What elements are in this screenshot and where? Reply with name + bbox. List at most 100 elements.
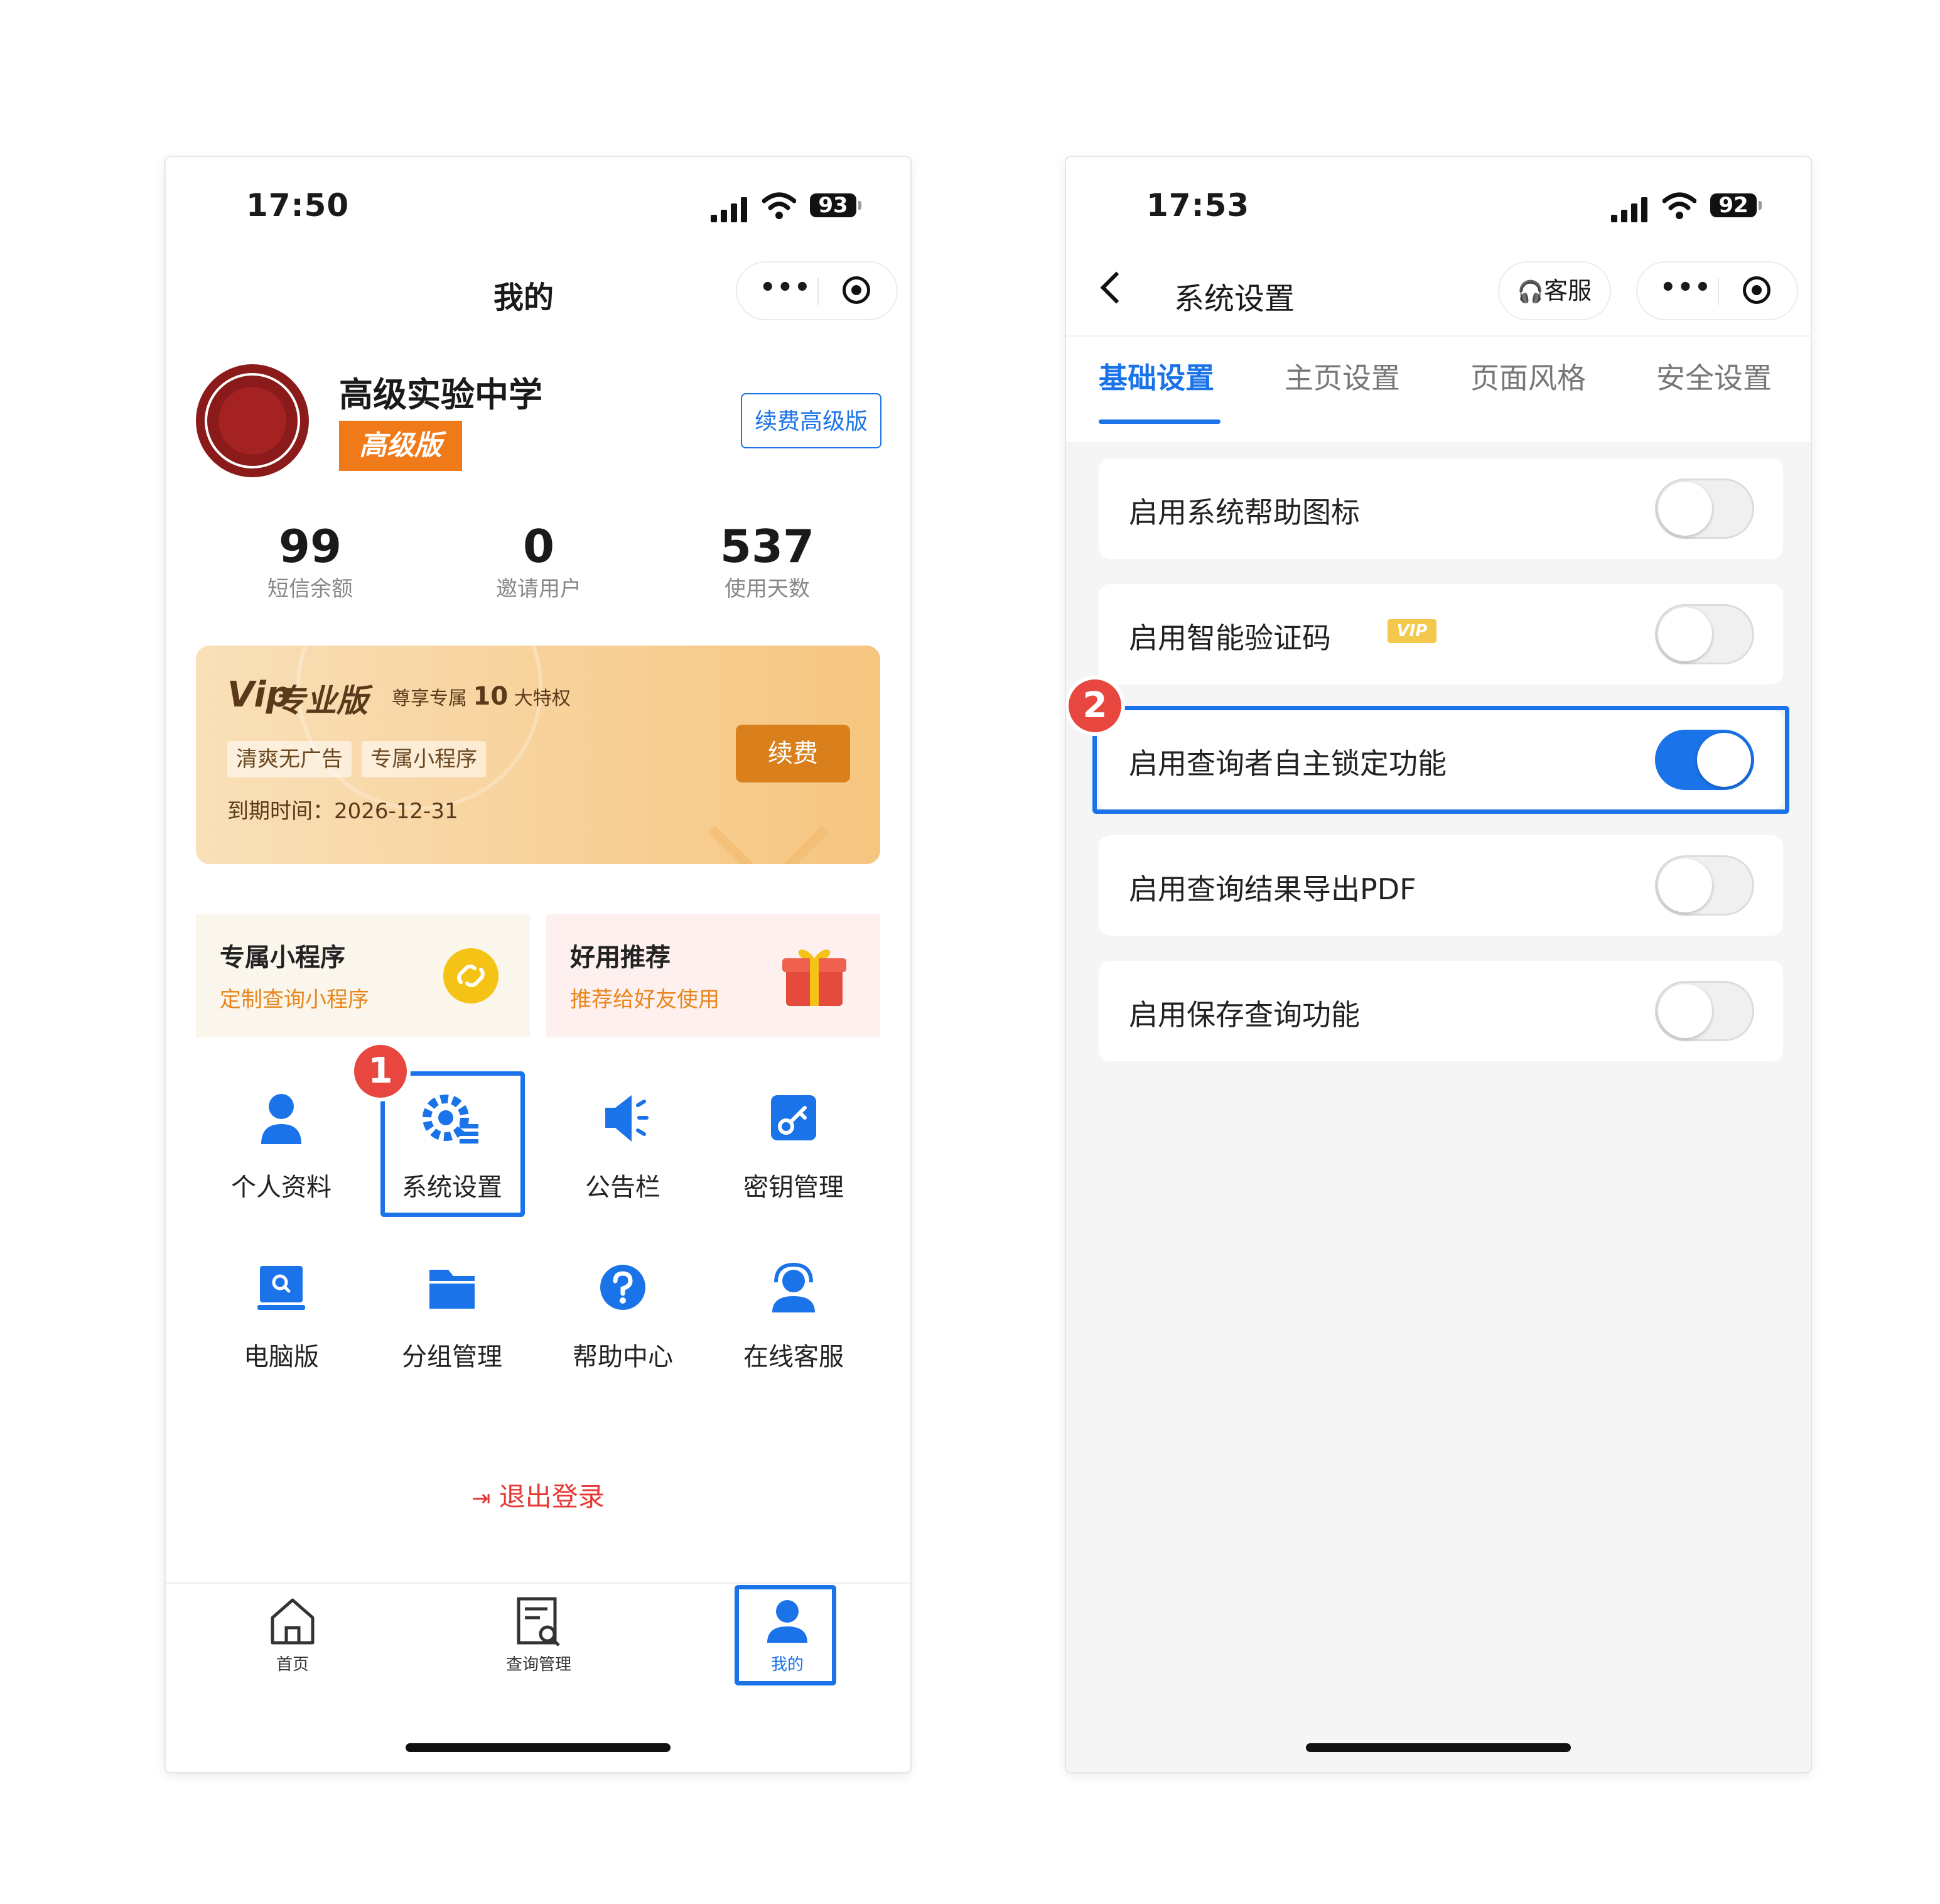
menu-label: 密钥管理 (743, 1173, 844, 1202)
stat-label: 邀请用户 (496, 576, 581, 602)
vip-desc-prefix: 尊享专属 (392, 688, 467, 710)
step2-highlight-frame (1092, 706, 1789, 814)
setting-label: 启用智能验证码 (1129, 621, 1331, 655)
logout-label: 退出登录 (498, 1481, 605, 1512)
menu-group-management[interactable]: 分组管理 (383, 1248, 521, 1387)
stat-value: 537 (719, 520, 815, 573)
promo-subtitle: 定制查询小程序 (220, 987, 369, 1012)
setting-label: 启用系统帮助图标 (1129, 495, 1360, 529)
setting-toggle[interactable] (1655, 604, 1754, 664)
vip-feature-tag: 专属小程序 (362, 741, 486, 777)
megaphone-icon (605, 1095, 649, 1142)
tab-label: 查询管理 (505, 1655, 571, 1674)
vip-decoration-chevron (708, 772, 829, 864)
page-title: 系统设置 (1174, 281, 1295, 316)
toggle-knob (1658, 858, 1712, 912)
battery-level: 92 (1710, 193, 1762, 217)
close-target-icon[interactable] (843, 276, 870, 304)
capsule-divider (1718, 278, 1719, 305)
status-bar: 17:53 92 系统设置 🎧客服 ••• (1066, 157, 1811, 335)
stat-days-used[interactable]: 537 使用天数 (673, 519, 861, 604)
toggle-knob (1658, 482, 1712, 536)
toggle-knob (1658, 984, 1712, 1038)
menu-help-center[interactable]: 帮助中心 (554, 1248, 692, 1387)
status-time: 17:50 (246, 187, 350, 224)
battery-level: 93 (810, 193, 861, 217)
tab-home-settings[interactable]: 主页设置 (1285, 355, 1400, 397)
setting-label: 启用查询结果导出PDF (1129, 872, 1416, 906)
toggle-knob (1658, 607, 1712, 661)
setting-row: 启用智能验证码 VIP (1099, 584, 1783, 684)
menu-key-management[interactable]: 密钥管理 (725, 1079, 863, 1217)
tab-home[interactable]: 首页 (242, 1593, 343, 1687)
stat-label: 使用天数 (725, 576, 810, 602)
expiry-date: 2026-12-31 (334, 799, 458, 824)
menu-desktop-version[interactable]: 电脑版 (212, 1248, 350, 1387)
setting-toggle[interactable] (1655, 855, 1754, 916)
school-avatar (196, 364, 309, 477)
stat-sms-balance[interactable]: 99 短信余额 (216, 519, 404, 604)
person-icon (261, 1094, 301, 1144)
wifi-icon (762, 192, 796, 219)
tier-badge: 高级版 (339, 421, 462, 471)
promo-card-recommend[interactable]: 好用推荐 推荐给好友使用 (546, 914, 880, 1037)
menu-online-service[interactable]: 在线客服 (725, 1248, 863, 1387)
logout-button[interactable]: ⇥ 退出登录 (166, 1476, 910, 1514)
stat-value: 99 (278, 520, 342, 573)
status-bar: 17:50 93 (166, 157, 910, 245)
more-dots-icon[interactable]: ••• (1660, 275, 1712, 300)
link-icon (443, 948, 498, 1003)
mini-program-capsule: ••• (736, 261, 898, 320)
stat-label: 短信余额 (267, 576, 353, 602)
promo-card-mini-program[interactable]: 专属小程序 定制查询小程序 (196, 914, 530, 1037)
close-target-icon[interactable] (1743, 276, 1770, 304)
tab-security-settings[interactable]: 安全设置 (1656, 355, 1772, 397)
menu-bulletin[interactable]: 公告栏 (554, 1079, 692, 1217)
vip-card[interactable]: Vip 专业版 尊享专属 10 大特权 清爽无广告 专属小程序 到期时间：202… (196, 646, 880, 864)
back-arrow-icon[interactable] (1100, 271, 1133, 304)
setting-label: 启用保存查询功能 (1129, 998, 1360, 1032)
step-badge-2: 2 (1066, 676, 1125, 736)
question-icon (600, 1265, 645, 1310)
logout-icon: ⇥ (472, 1486, 491, 1512)
vip-decoration-arc (296, 646, 542, 810)
step1-highlight-frame (380, 1071, 525, 1217)
setting-row: 启用保存查询功能 (1099, 961, 1783, 1061)
promo-title: 专属小程序 (220, 943, 345, 972)
tab-query-management[interactable]: 查询管理 (488, 1593, 589, 1687)
query-doc-icon (517, 1597, 560, 1647)
vip-description: 尊享专属 10 大特权 (392, 682, 571, 711)
key-icon (771, 1095, 816, 1140)
vip-renew-button[interactable]: 续费 (736, 725, 850, 782)
tab-page-style[interactable]: 页面风格 (1470, 355, 1586, 397)
home-indicator (406, 1743, 671, 1752)
capsule-divider (817, 278, 819, 305)
tab-basic-settings[interactable]: 基础设置 (1099, 355, 1214, 397)
status-time: 17:53 (1146, 187, 1250, 224)
vip-plan-name: 专业版 (274, 683, 368, 719)
vip-desc-count: 10 (473, 682, 509, 711)
vip-feature-tag: 清爽无广告 (227, 741, 352, 777)
school-name: 高级实验中学 (339, 375, 542, 414)
setting-toggle[interactable] (1655, 479, 1754, 539)
customer-service-button[interactable]: 🎧客服 (1498, 261, 1611, 320)
gift-icon (782, 949, 846, 1006)
promo-title: 好用推荐 (570, 943, 671, 972)
settings-tabs: 基础设置 主页设置 页面风格 安全设置 (1066, 335, 1811, 442)
renew-premium-button[interactable]: 续费高级版 (741, 393, 881, 448)
home-icon (271, 1598, 315, 1645)
menu-label: 分组管理 (402, 1343, 502, 1371)
vip-tag: VIP (1388, 619, 1436, 643)
stat-invited-users[interactable]: 0 邀请用户 (445, 519, 633, 604)
setting-toggle[interactable] (1655, 981, 1754, 1041)
more-dots-icon[interactable]: ••• (760, 275, 812, 300)
folder-icon (429, 1270, 475, 1309)
phone-system-settings: 17:53 92 系统设置 🎧客服 ••• 基础设置 主页设置 页面风格 安全设… (1066, 157, 1811, 1772)
phone-my-page: 17:50 93 我的 ••• 高级实验中学 高级版 续费高级版 99 短信余额… (166, 157, 910, 1772)
stat-value: 0 (522, 520, 555, 573)
step-badge-1: 1 (350, 1041, 411, 1101)
menu-label: 帮助中心 (573, 1343, 673, 1371)
avatar-emblem (218, 387, 286, 455)
expiry-label: 到期时间： (227, 799, 334, 824)
menu-profile[interactable]: 个人资料 (212, 1079, 350, 1217)
